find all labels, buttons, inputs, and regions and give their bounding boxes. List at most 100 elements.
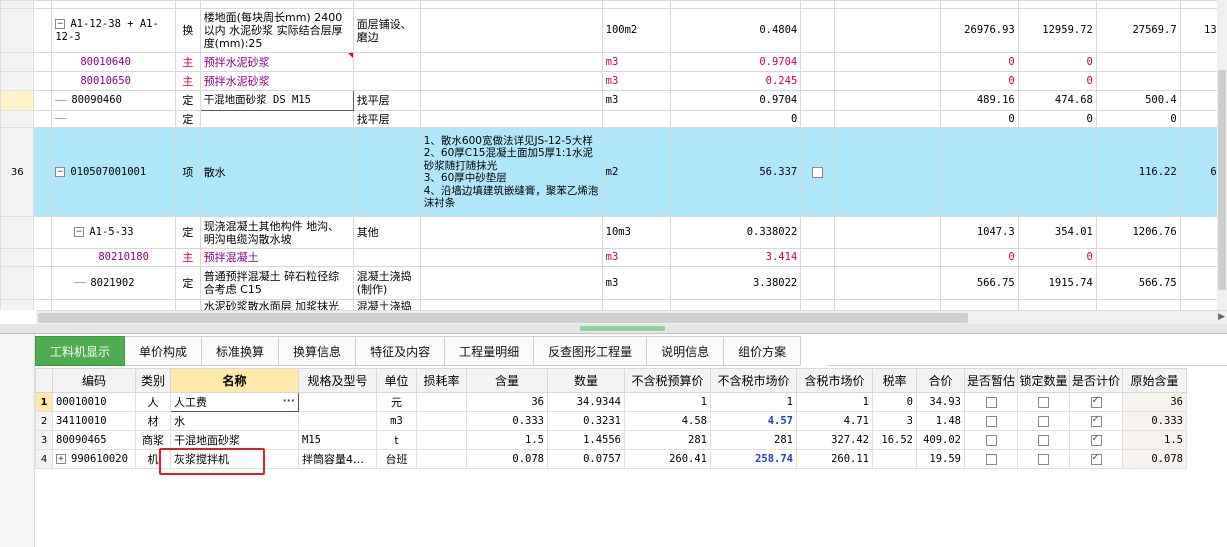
table-row[interactable]: 8021902 定 普通预拌混凝土 碎石粒径综合考虑 C15 混凝土浇捣(制作)… [0,266,1227,300]
table-row[interactable]: 80010640 主 预拌水泥砂浆 m3 0.9704 0 0 [0,52,1227,72]
cell-spec[interactable]: M15 [298,430,377,450]
row-checkbox[interactable] [812,167,824,178]
cell-quantity[interactable]: 34.9344 [547,392,625,412]
tab-reverse-lookup[interactable]: 反查图形工程量 [534,336,648,366]
cell-tax-rate[interactable]: 0 [872,392,917,412]
more-options-icon[interactable]: ··· [282,394,295,407]
is-estimate-checkbox[interactable] [985,416,997,427]
cell-category[interactable]: 人 [135,392,171,412]
is-estimate-checkbox[interactable] [985,454,997,465]
tab-pricing-scheme[interactable]: 组价方案 [724,336,802,366]
cell-loss[interactable] [416,430,467,450]
is-priced-checkbox[interactable] [1090,452,1102,465]
cell-content[interactable]: 0.078 [466,449,548,469]
cell-spec[interactable]: 拌筒容量4… [298,449,377,469]
col-header-pretax-market[interactable]: 不含税市场价 [710,368,797,393]
cell-name[interactable]: 灰浆搅拌机 [170,449,299,469]
tab-standard-conversion[interactable]: 标准换算 [202,336,280,366]
table-row[interactable] [0,0,1227,9]
col-header-is-estimate[interactable]: 是否暂估 [964,368,1018,393]
col-header-lock-qty[interactable]: 锁定数量 [1017,368,1070,393]
cell-tax-market[interactable]: 1 [796,392,873,412]
item-name[interactable]: 干混地面砂浆 DS M15 [199,90,354,111]
cell-tax-market[interactable]: 260.11 [796,449,873,469]
scroll-thumb[interactable] [38,313,968,323]
cell-loss[interactable] [416,411,467,431]
cell-pretax-market[interactable]: 258.74 [710,449,797,469]
table-row[interactable]: 80210180 主 预拌混凝土 m3 3.414 0 0 [0,248,1227,267]
col-header-quantity[interactable]: 数量 [547,368,625,393]
is-estimate-checkbox[interactable] [985,397,997,408]
col-header-category[interactable]: 类别 [135,368,171,393]
collapse-toggle-icon[interactable]: − [74,227,85,237]
table-row[interactable]: 3 80090465 商浆 干混地面砂浆 M15 t 1.5 1.4556 28… [35,430,1187,450]
tab-features-content[interactable]: 特征及内容 [356,336,446,366]
splitter-grip-icon[interactable] [580,326,665,331]
tab-quantity-details[interactable]: 工程量明细 [445,336,535,366]
table-row[interactable]: 定 找平层 0 0 0 0 [0,110,1227,128]
table-row[interactable]: 80010650 主 预拌水泥砂浆 m3 0.245 0 0 [0,71,1227,91]
cell-code[interactable]: +990610020 [52,449,136,469]
collapse-toggle-icon[interactable]: − [55,166,66,177]
cell-code[interactable]: 34110010 [52,411,136,431]
col-header-code[interactable]: 编码 [52,368,136,393]
cell-pretax-market[interactable]: 1 [710,392,797,412]
lock-qty-checkbox[interactable] [1038,397,1049,408]
is-priced-checkbox[interactable] [1090,395,1102,408]
cell-tax-rate[interactable]: 3 [872,411,917,431]
vertical-scrollbar[interactable] [1217,0,1227,310]
table-row[interactable]: 水泥砂浆散水面层 加浆抹光 混凝土浇捣 [0,299,1227,310]
expand-toggle-icon[interactable]: + [56,454,66,464]
table-row[interactable]: 2 34110010 材 水 m3 0.333 0.3231 4.58 4.57… [35,411,1187,431]
tab-unit-price[interactable]: 单价构成 [125,336,203,366]
cell-content[interactable]: 36 [466,392,548,412]
cell-loss[interactable] [416,449,467,469]
cell-tax-market[interactable]: 327.42 [796,430,873,450]
lock-qty-checkbox[interactable] [1038,454,1049,465]
cell-category[interactable]: 材 [135,411,171,431]
cell-category[interactable]: 机 [135,449,171,469]
cell-category[interactable]: 商浆 [135,430,171,450]
cell-code[interactable]: 80090465 [52,430,136,450]
col-header-spec[interactable]: 规格及型号 [298,368,377,393]
is-priced-checkbox[interactable] [1090,433,1102,446]
table-row[interactable]: 1 00010010 人 人工费 ··· 元 36 34.9344 1 1 1 0… [35,392,1187,412]
col-header-content[interactable]: 含量 [466,368,548,393]
cell-spec[interactable] [298,411,377,431]
cell-unit[interactable]: m3 [376,411,417,431]
is-priced-checkbox[interactable] [1090,414,1102,427]
panel-splitter[interactable] [0,324,1227,334]
is-estimate-checkbox[interactable] [985,435,997,446]
lock-qty-checkbox[interactable] [1038,435,1049,446]
table-row[interactable]: 4 +990610020 机 灰浆搅拌机 拌筒容量4… 台班 0.078 0.0… [35,449,1187,469]
lock-qty-checkbox[interactable] [1038,416,1049,427]
col-header-is-priced[interactable]: 是否计价 [1069,368,1123,393]
scroll-thumb[interactable] [1218,70,1226,290]
col-header-unit[interactable]: 单位 [376,368,417,393]
table-row[interactable]: − A1-12-38 + A1-12-3 换 楼地面(每块周长mm) 2400以内… [0,8,1227,53]
cell-spec[interactable] [298,392,377,412]
cell-tax-rate[interactable] [872,449,917,469]
col-header-tax-rate[interactable]: 税率 [872,368,917,393]
cell-tax-rate[interactable]: 16.52 [872,430,917,450]
table-row-selected[interactable]: 36 −010507001001 项 散水 1、散水600宽做法详见JS-12-… [0,127,1227,217]
cell-code[interactable]: 00010010 [52,392,136,412]
scroll-right-icon[interactable]: ▶ [1218,312,1225,322]
col-header-tax-market[interactable]: 含税市场价 [796,368,873,393]
tab-description[interactable]: 说明信息 [647,336,725,366]
cell-content[interactable]: 1.5 [466,430,548,450]
collapse-toggle-icon[interactable]: − [55,18,66,29]
col-header-orig-content[interactable]: 原始含量 [1122,368,1187,393]
cell-loss[interactable] [416,392,467,412]
cell-unit[interactable]: 元 [376,392,417,412]
col-header-name[interactable]: 名称 [170,368,299,393]
cell-pretax-market[interactable]: 281 [710,430,797,450]
table-row[interactable]: − A1-5-33 定 现浇混凝土其他构件 地沟、明沟电缆沟散水坡 其他 10m3… [0,216,1227,249]
cell-tax-market[interactable]: 4.71 [796,411,873,431]
cell-name[interactable]: 干混地面砂浆 [170,430,299,450]
cell-pretax-market[interactable]: 4.57 [710,411,797,431]
cell-quantity[interactable]: 1.4556 [547,430,625,450]
cell-unit[interactable]: 台班 [376,449,417,469]
cell-name[interactable]: 人工费 ··· [170,392,299,412]
cell-name[interactable]: 水 [170,411,299,431]
